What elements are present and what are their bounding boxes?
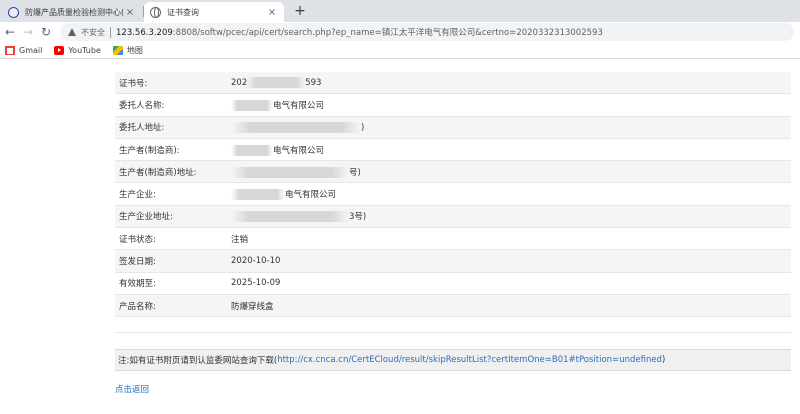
table-spacer-row [115, 321, 791, 333]
tab-strip: 防爆产品质量检验检测中心(天津 × 证书查询 × + [0, 0, 800, 22]
back-link[interactable]: 点击返回 [115, 383, 149, 395]
row-value: ) [231, 121, 365, 133]
tab-title: 防爆产品质量检验检测中心(天津 [25, 7, 124, 17]
expiry-date-value: 2025-10-09 [231, 278, 281, 289]
cert-row-expiry-date: 有效期至: 2025-10-09 [115, 273, 791, 295]
redaction [231, 121, 361, 133]
cert-row-factory: 生产企业: 电气有限公司 [115, 183, 791, 206]
cert-row-product-name: 产品名称: 防爆穿线盒 [115, 294, 791, 318]
new-tab-button[interactable]: + [292, 3, 308, 19]
row-label: 生产者(制造商)地址: [119, 167, 197, 178]
cert-row-manufacturer: 生产者(制造商): 电气有限公司 [115, 139, 791, 162]
product-name-value: 防爆穿线盒 [231, 301, 274, 312]
status-value: 注销 [231, 234, 249, 245]
row-value: 3号) [231, 210, 367, 223]
reload-button[interactable]: ↻ [38, 24, 54, 40]
close-tab-icon[interactable]: × [266, 7, 278, 18]
browser-toolbar: ← → ↻ 不安全 123.56.3.209:8808/softw/pcec/a… [0, 22, 800, 42]
tab-title: 证书查询 [167, 7, 199, 17]
security-label[interactable]: 不安全 [81, 27, 105, 38]
bookmarks-bar: Gmail YouTube 地图 [0, 42, 800, 59]
tab-cert-search[interactable]: 证书查询 × [144, 2, 284, 22]
row-label: 证书状态: [119, 234, 156, 245]
row-label: 产品名称: [119, 301, 156, 312]
url-host: 123.56.3.209 [116, 28, 173, 38]
cert-row-factory-address: 生产企业地址: 3号) [115, 205, 791, 229]
bookmark-maps[interactable]: 地图 [112, 45, 143, 56]
cert-row-manufacturer-address: 生产者(制造商)地址: 号) [115, 161, 791, 184]
cnca-query-link[interactable]: http://cx.cnca.cn/CertECloud/result/skip… [277, 355, 662, 365]
bookmark-label: 地图 [126, 45, 143, 55]
maps-icon [112, 45, 123, 55]
row-value: 202 593 [231, 77, 322, 89]
tab-inspection-center[interactable]: 防爆产品质量检验检测中心(天津 × [2, 2, 142, 22]
value-suffix: 电气有限公司 [273, 145, 325, 156]
row-value: 电气有限公司 [231, 144, 324, 156]
row-label: 有效期至: [119, 279, 156, 290]
issue-date-value: 2020-10-10 [231, 256, 281, 267]
value-suffix: ) [361, 122, 365, 133]
gmail-icon [5, 45, 15, 55]
value-suffix: 593 [305, 78, 322, 89]
forward-button[interactable]: → [20, 24, 36, 40]
note-close: ) [661, 355, 666, 365]
redaction [231, 189, 285, 201]
url-path: :8808/softw/pcec/api/cert/search.php?ep_… [172, 28, 603, 38]
page-content: 证书号: 202 593 委托人名称: 电气有限公司 委托人地址: ) 生产者(制… [0, 59, 800, 414]
row-label: 生产企业: [119, 190, 156, 201]
value-suffix: 电气有限公司 [285, 190, 337, 201]
redaction [231, 211, 349, 223]
youtube-icon [54, 45, 65, 55]
url-divider [110, 26, 111, 38]
redaction [231, 166, 349, 178]
row-label: 委托人名称: [119, 100, 165, 111]
cert-row-number: 证书号: 202 593 [115, 72, 791, 95]
certificate-table: 证书号: 202 593 委托人名称: 电气有限公司 委托人地址: ) 生产者(制… [115, 72, 791, 318]
warning-icon[interactable] [68, 28, 76, 36]
address-bar[interactable]: 不安全 123.56.3.209:8808/softw/pcec/api/cer… [60, 23, 794, 41]
row-value: 电气有限公司 [231, 99, 324, 111]
row-label: 生产企业地址: [119, 212, 173, 223]
row-label: 委托人地址: [119, 123, 165, 134]
back-button[interactable]: ← [2, 24, 18, 40]
redaction [247, 77, 306, 89]
cert-row-client-address: 委托人地址: ) [115, 116, 791, 139]
globe-icon [150, 6, 161, 18]
row-label: 证书号: [119, 78, 148, 89]
value-suffix: 3号) [349, 212, 367, 223]
download-note: 注:如有证书附页请到认监委网站查询下载(http://cx.cnca.cn/Ce… [115, 349, 791, 371]
value-suffix: 电气有限公司 [273, 100, 325, 111]
bookmark-gmail[interactable]: Gmail [5, 45, 43, 55]
row-label: 签发日期: [119, 257, 156, 268]
bookmark-youtube[interactable]: YouTube [54, 45, 101, 55]
site-favicon-icon [8, 6, 19, 18]
cert-row-client-name: 委托人名称: 电气有限公司 [115, 94, 791, 117]
url-text[interactable]: 123.56.3.209:8808/softw/pcec/api/cert/se… [116, 26, 603, 38]
note-text: 注:如有证书附页请到认监委网站查询下载( [118, 356, 278, 366]
value-suffix: 号) [349, 167, 361, 178]
cert-row-issue-date: 签发日期: 2020-10-10 [115, 250, 791, 273]
row-label: 生产者(制造商): [119, 145, 180, 156]
redaction [231, 144, 273, 156]
redaction [231, 99, 273, 111]
bookmark-label: Gmail [19, 45, 43, 55]
value-prefix: 202 [231, 78, 248, 89]
bookmark-label: YouTube [68, 45, 101, 55]
row-value: 号) [231, 166, 361, 178]
row-value: 电气有限公司 [231, 188, 337, 201]
close-tab-icon[interactable]: × [124, 7, 136, 18]
cert-row-status: 证书状态: 注销 [115, 228, 791, 251]
